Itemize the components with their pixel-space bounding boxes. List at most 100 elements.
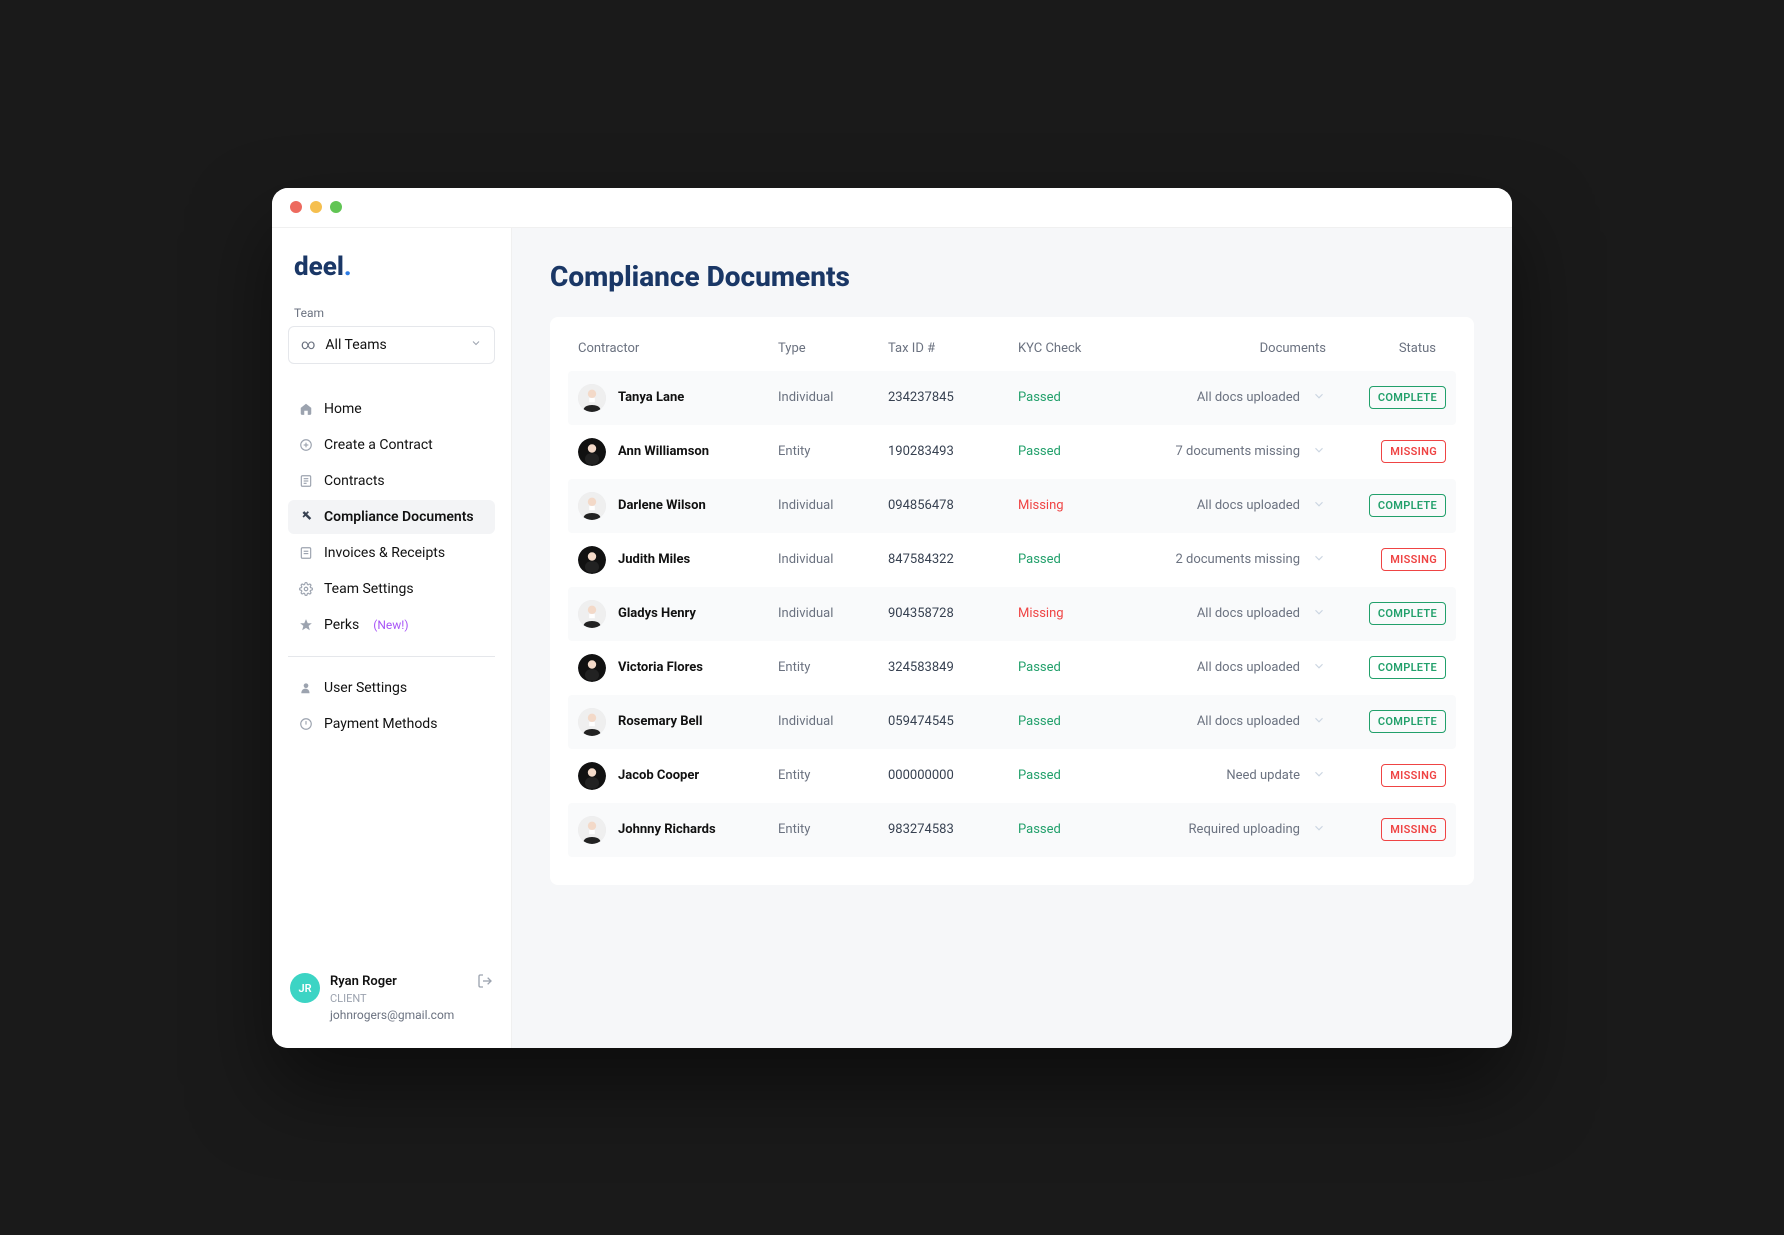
compliance-table-card: Contractor Type Tax ID # KYC Check Docum… [550, 317, 1474, 885]
type-cell: Individual [778, 606, 888, 621]
nav-icon [298, 716, 314, 732]
table-row[interactable]: Darlene WilsonIndividual094856478Missing… [568, 479, 1456, 533]
table-header: Contractor Type Tax ID # KYC Check Docum… [568, 327, 1456, 371]
user-avatar[interactable]: JR [290, 973, 320, 1003]
documents-cell: All docs uploaded [1138, 659, 1326, 677]
table-row[interactable]: Judith MilesIndividual847584322Passed2 d… [568, 533, 1456, 587]
nav-label: Compliance Documents [324, 509, 474, 525]
chevron-down-icon[interactable] [1312, 659, 1326, 677]
sidebar-item-invoices-receipts[interactable]: Invoices & Receipts [288, 536, 495, 570]
contractor-cell: Victoria Flores [578, 654, 778, 682]
table-row[interactable]: Victoria FloresEntity324583849PassedAll … [568, 641, 1456, 695]
type-cell: Entity [778, 444, 888, 459]
documents-text: All docs uploaded [1197, 390, 1300, 405]
chevron-down-icon[interactable] [1312, 443, 1326, 461]
table-row[interactable]: Tanya LaneIndividual234237845PassedAll d… [568, 371, 1456, 425]
documents-cell: All docs uploaded [1138, 713, 1326, 731]
chevron-down-icon[interactable] [1312, 389, 1326, 407]
nav-icon [298, 581, 314, 597]
table-row[interactable]: Jacob CooperEntity000000000PassedNeed up… [568, 749, 1456, 803]
status-cell: MISSING [1326, 548, 1446, 571]
taxid-cell: 904358728 [888, 606, 1018, 621]
kyc-cell: Passed [1018, 390, 1138, 405]
status-cell: MISSING [1326, 440, 1446, 463]
team-select[interactable]: ∞ All Teams [288, 326, 495, 364]
nav-label: Payment Methods [324, 716, 437, 732]
kyc-cell: Passed [1018, 714, 1138, 729]
chevron-down-icon[interactable] [1312, 821, 1326, 839]
status-badge: COMPLETE [1369, 494, 1446, 517]
logout-icon[interactable] [477, 973, 493, 993]
contractor-name: Judith Miles [618, 552, 690, 567]
chevron-down-icon[interactable] [1312, 767, 1326, 785]
chevron-down-icon[interactable] [1312, 605, 1326, 623]
avatar [578, 600, 606, 628]
status-badge: MISSING [1381, 818, 1446, 841]
nav-label: Create a Contract [324, 437, 433, 453]
taxid-cell: 094856478 [888, 498, 1018, 513]
sidebar-item-contracts[interactable]: Contracts [288, 464, 495, 498]
contractor-name: Jacob Cooper [618, 768, 699, 783]
status-cell: COMPLETE [1326, 710, 1446, 733]
sidebar-item-create-a-contract[interactable]: Create a Contract [288, 428, 495, 462]
sidebar-item-team-settings[interactable]: Team Settings [288, 572, 495, 606]
contractor-cell: Darlene Wilson [578, 492, 778, 520]
type-cell: Individual [778, 714, 888, 729]
browser-window: deel. Team ∞ All Teams HomeCreate a Cont… [272, 188, 1512, 1048]
sidebar-item-perks[interactable]: Perks (New!) [288, 608, 495, 642]
documents-cell: 7 documents missing [1138, 443, 1326, 461]
app-shell: deel. Team ∞ All Teams HomeCreate a Cont… [272, 228, 1512, 1048]
window-close-icon[interactable] [290, 201, 302, 213]
chevron-down-icon[interactable] [1312, 713, 1326, 731]
avatar [578, 708, 606, 736]
table-body: Tanya LaneIndividual234237845PassedAll d… [568, 371, 1456, 857]
chevron-down-icon[interactable] [1312, 497, 1326, 515]
avatar [578, 816, 606, 844]
sidebar-item-user-settings[interactable]: User Settings [288, 671, 495, 705]
kyc-cell: Passed [1018, 822, 1138, 837]
secondary-nav: User Settings Payment Methods [288, 671, 495, 741]
sidebar-item-compliance-documents[interactable]: Compliance Documents [288, 500, 495, 534]
nav-icon [298, 680, 314, 696]
user-info: Ryan Roger CLIENT johnrogers@gmail.com [330, 973, 454, 1023]
sidebar-item-payment-methods[interactable]: Payment Methods [288, 707, 495, 741]
sidebar-item-home[interactable]: Home [288, 392, 495, 426]
type-cell: Entity [778, 660, 888, 675]
nav-label: Perks [324, 617, 359, 633]
documents-cell: Required uploading [1138, 821, 1326, 839]
nav-divider [288, 656, 495, 657]
status-badge: COMPLETE [1369, 710, 1446, 733]
window-minimize-icon[interactable] [310, 201, 322, 213]
documents-text: 7 documents missing [1175, 444, 1300, 459]
documents-cell: All docs uploaded [1138, 605, 1326, 623]
status-cell: MISSING [1326, 764, 1446, 787]
logo-text: deel [294, 252, 344, 282]
avatar [578, 492, 606, 520]
user-email: johnrogers@gmail.com [330, 1007, 454, 1024]
table-row[interactable]: Ann WilliamsonEntity190283493Passed7 doc… [568, 425, 1456, 479]
kyc-cell: Passed [1018, 552, 1138, 567]
new-badge: (New!) [373, 618, 408, 632]
documents-cell: 2 documents missing [1138, 551, 1326, 569]
team-selected-value: All Teams [325, 337, 386, 353]
user-block: JR Ryan Roger CLIENT johnrogers@gmail.co… [288, 969, 495, 1027]
taxid-cell: 000000000 [888, 768, 1018, 783]
column-taxid: Tax ID # [888, 341, 1018, 356]
taxid-cell: 847584322 [888, 552, 1018, 567]
avatar [578, 654, 606, 682]
chevron-down-icon[interactable] [1312, 551, 1326, 569]
contractor-name: Johnny Richards [618, 822, 716, 837]
documents-cell: Need update [1138, 767, 1326, 785]
documents-text: All docs uploaded [1197, 498, 1300, 513]
table-row[interactable]: Rosemary BellIndividual059474545PassedAl… [568, 695, 1456, 749]
avatar [578, 384, 606, 412]
table-row[interactable]: Gladys HenryIndividual904358728MissingAl… [568, 587, 1456, 641]
nav-label: Team Settings [324, 581, 414, 597]
table-row[interactable]: Johnny RichardsEntity983274583PassedRequ… [568, 803, 1456, 857]
window-maximize-icon[interactable] [330, 201, 342, 213]
documents-text: Required uploading [1189, 822, 1300, 837]
kyc-cell: Missing [1018, 606, 1138, 621]
status-badge: COMPLETE [1369, 602, 1446, 625]
type-cell: Entity [778, 768, 888, 783]
taxid-cell: 234237845 [888, 390, 1018, 405]
